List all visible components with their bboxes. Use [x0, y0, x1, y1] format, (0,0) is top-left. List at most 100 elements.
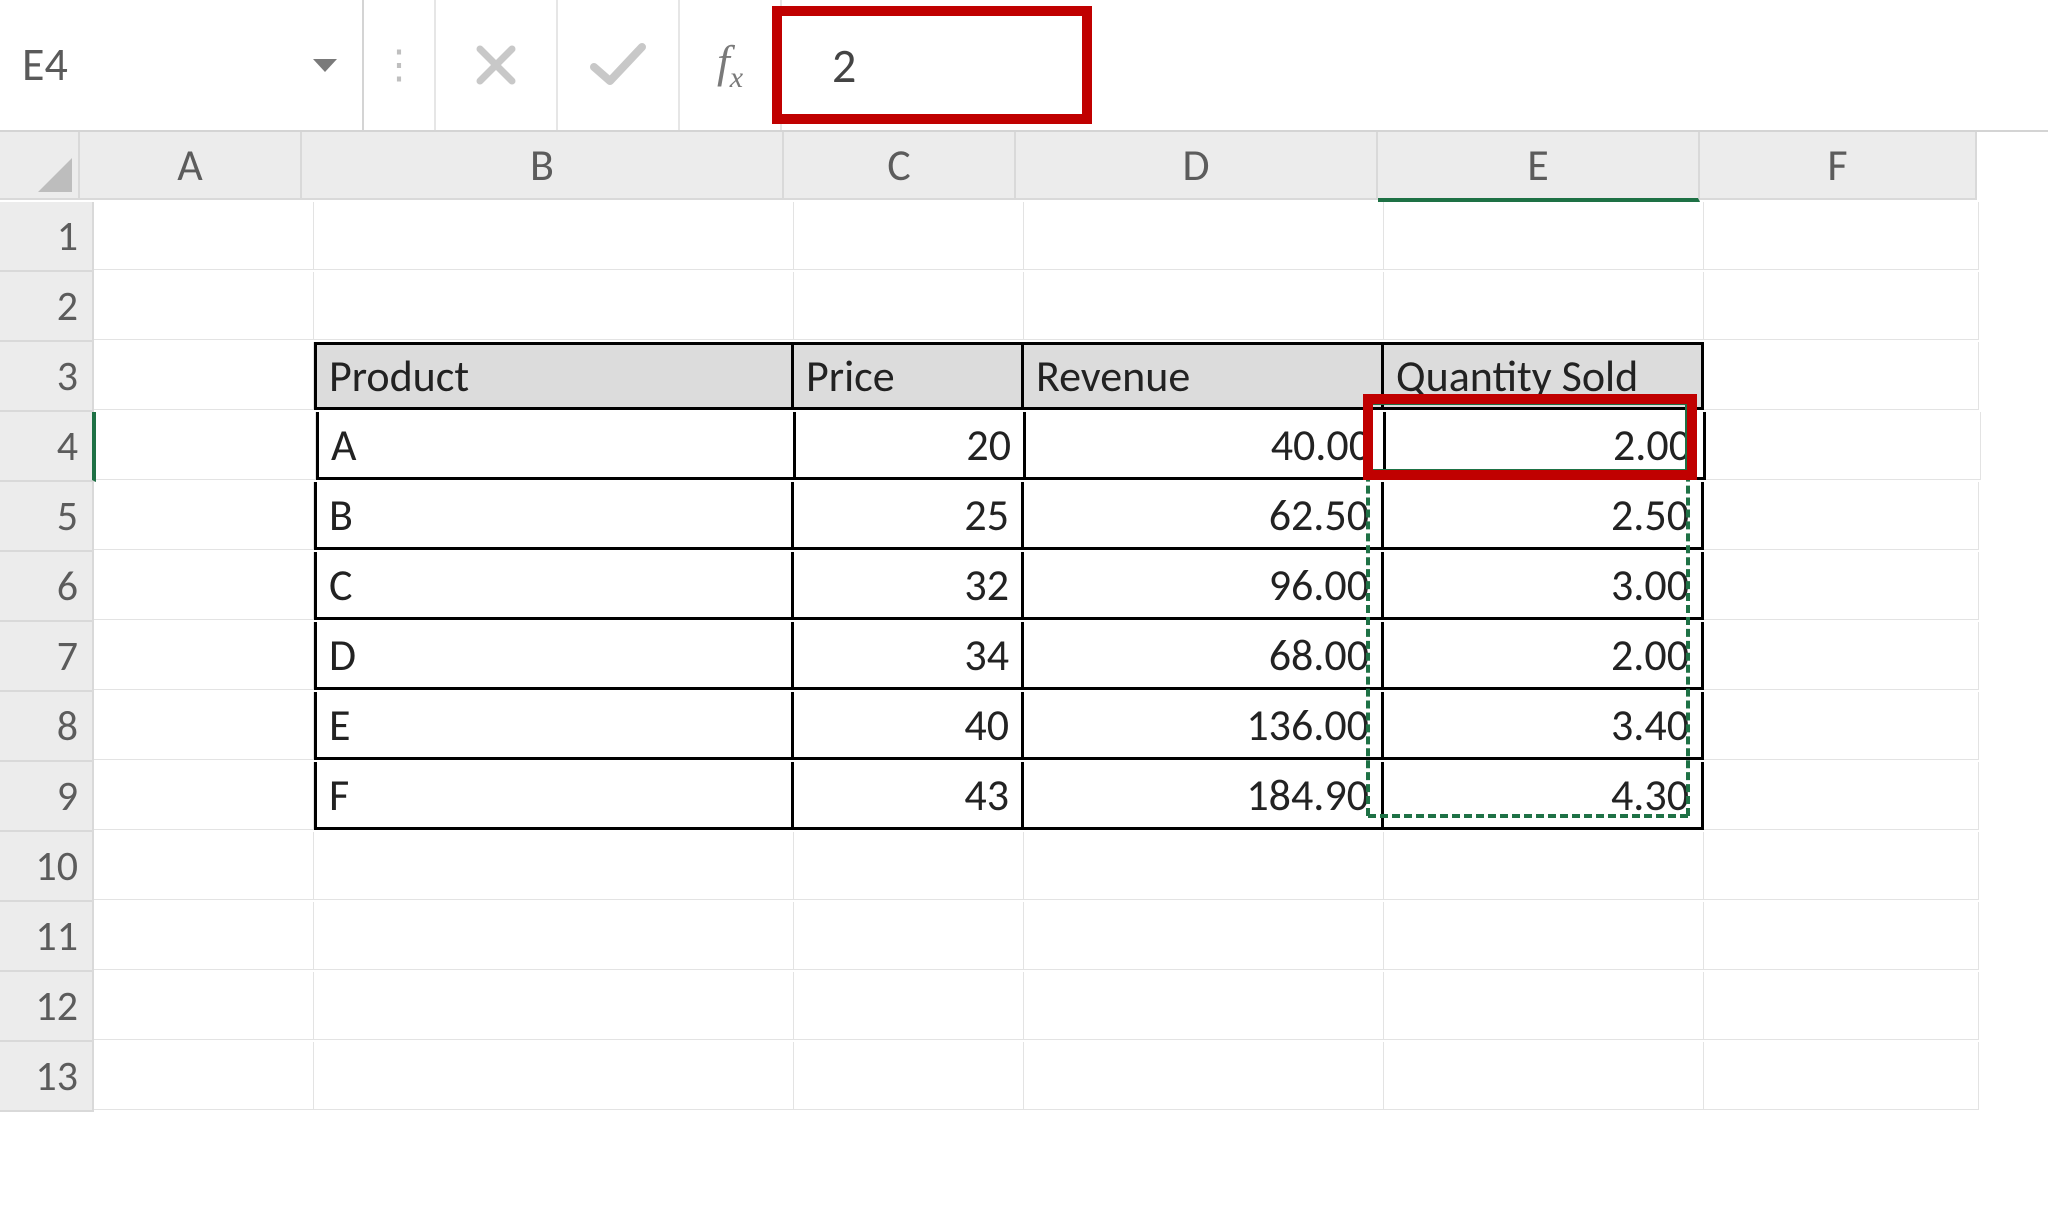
cell-f4[interactable] [1706, 412, 1981, 480]
row-header-4[interactable]: 4 [0, 412, 96, 482]
cell-e11[interactable] [1384, 902, 1704, 970]
cell-f1[interactable] [1704, 202, 1979, 270]
cell-b3[interactable]: Product [314, 342, 794, 410]
cell-c7[interactable]: 34 [794, 622, 1024, 690]
cell-a4[interactable] [96, 412, 316, 480]
cell-f5[interactable] [1704, 482, 1979, 550]
cell-b2[interactable] [314, 272, 794, 340]
cell-b5[interactable]: B [314, 482, 794, 550]
cell-b9[interactable]: F [314, 762, 794, 830]
row-header-11[interactable]: 11 [0, 902, 94, 972]
cell-c5[interactable]: 25 [794, 482, 1024, 550]
cell-d4[interactable]: 40.00 [1026, 412, 1386, 480]
cell-b12[interactable] [314, 972, 794, 1040]
cell-a5[interactable] [94, 482, 314, 550]
cell-d1[interactable] [1024, 202, 1384, 270]
row-header-1[interactable]: 1 [0, 202, 94, 272]
cell-c9[interactable]: 43 [794, 762, 1024, 830]
cell-d5[interactable]: 62.50 [1024, 482, 1384, 550]
cell-c3[interactable]: Price [794, 342, 1024, 410]
column-header-f[interactable]: F [1700, 132, 1977, 200]
cell-b10[interactable] [314, 832, 794, 900]
enter-button[interactable] [558, 0, 680, 130]
cell-e5[interactable]: 2.50 [1384, 482, 1704, 550]
cell-e10[interactable] [1384, 832, 1704, 900]
cell-d3[interactable]: Revenue [1024, 342, 1384, 410]
name-box-dropdown-icon[interactable] [310, 55, 340, 75]
cell-e6[interactable]: 3.00 [1384, 552, 1704, 620]
row-header-9[interactable]: 9 [0, 762, 94, 832]
cell-a3[interactable] [94, 342, 314, 410]
cell-e9[interactable]: 4.30 [1384, 762, 1704, 830]
formula-input[interactable]: 2 [782, 0, 2048, 130]
cell-b13[interactable] [314, 1042, 794, 1110]
row-header-10[interactable]: 10 [0, 832, 94, 902]
cell-b11[interactable] [314, 902, 794, 970]
cell-d12[interactable] [1024, 972, 1384, 1040]
cell-a8[interactable] [94, 692, 314, 760]
cell-c2[interactable] [794, 272, 1024, 340]
cell-d2[interactable] [1024, 272, 1384, 340]
cell-c8[interactable]: 40 [794, 692, 1024, 760]
cancel-button[interactable] [436, 0, 558, 130]
cell-d8[interactable]: 136.00 [1024, 692, 1384, 760]
cell-d9[interactable]: 184.90 [1024, 762, 1384, 830]
cell-a7[interactable] [94, 622, 314, 690]
cell-c6[interactable]: 32 [794, 552, 1024, 620]
row-header-12[interactable]: 12 [0, 972, 94, 1042]
cell-f11[interactable] [1704, 902, 1979, 970]
column-header-d[interactable]: D [1016, 132, 1378, 200]
select-all-corner[interactable] [0, 132, 80, 200]
cell-d7[interactable]: 68.00 [1024, 622, 1384, 690]
cell-a10[interactable] [94, 832, 314, 900]
cell-b6[interactable]: C [314, 552, 794, 620]
cell-f7[interactable] [1704, 622, 1979, 690]
column-header-a[interactable]: A [80, 132, 302, 200]
cell-c11[interactable] [794, 902, 1024, 970]
row-header-3[interactable]: 3 [0, 342, 94, 412]
row-header-8[interactable]: 8 [0, 692, 94, 762]
cell-e8[interactable]: 3.40 [1384, 692, 1704, 760]
cell-f3[interactable] [1704, 342, 1979, 410]
cell-f6[interactable] [1704, 552, 1979, 620]
cell-d10[interactable] [1024, 832, 1384, 900]
cell-b7[interactable]: D [314, 622, 794, 690]
row-header-2[interactable]: 2 [0, 272, 94, 342]
cell-d6[interactable]: 96.00 [1024, 552, 1384, 620]
cell-d11[interactable] [1024, 902, 1384, 970]
cell-a13[interactable] [94, 1042, 314, 1110]
cell-f12[interactable] [1704, 972, 1979, 1040]
cell-c10[interactable] [794, 832, 1024, 900]
cell-b8[interactable]: E [314, 692, 794, 760]
cell-f9[interactable] [1704, 762, 1979, 830]
cell-a6[interactable] [94, 552, 314, 620]
row-header-7[interactable]: 7 [0, 622, 94, 692]
column-header-b[interactable]: B [302, 132, 784, 200]
row-header-6[interactable]: 6 [0, 552, 94, 622]
cell-c13[interactable] [794, 1042, 1024, 1110]
insert-function-button[interactable]: fx [680, 0, 782, 130]
cell-b1[interactable] [314, 202, 794, 270]
cell-e12[interactable] [1384, 972, 1704, 1040]
cell-f10[interactable] [1704, 832, 1979, 900]
name-box[interactable]: E4 [0, 0, 364, 130]
cell-e1[interactable] [1384, 202, 1704, 270]
cell-e13[interactable] [1384, 1042, 1704, 1110]
cell-f8[interactable] [1704, 692, 1979, 760]
cell-c1[interactable] [794, 202, 1024, 270]
cell-d13[interactable] [1024, 1042, 1384, 1110]
cell-a9[interactable] [94, 762, 314, 830]
row-header-13[interactable]: 13 [0, 1042, 94, 1112]
column-header-e[interactable]: E [1378, 132, 1700, 202]
cell-a1[interactable] [94, 202, 314, 270]
cell-e2[interactable] [1384, 272, 1704, 340]
cell-c12[interactable] [794, 972, 1024, 1040]
cell-a2[interactable] [94, 272, 314, 340]
column-header-c[interactable]: C [784, 132, 1016, 200]
cell-c4[interactable]: 20 [796, 412, 1026, 480]
worksheet[interactable]: A B C D E F 1 2 3 Product Price Revenue … [0, 132, 2048, 1210]
cell-b4[interactable]: A [316, 412, 796, 480]
cell-a11[interactable] [94, 902, 314, 970]
cell-f2[interactable] [1704, 272, 1979, 340]
cell-a12[interactable] [94, 972, 314, 1040]
